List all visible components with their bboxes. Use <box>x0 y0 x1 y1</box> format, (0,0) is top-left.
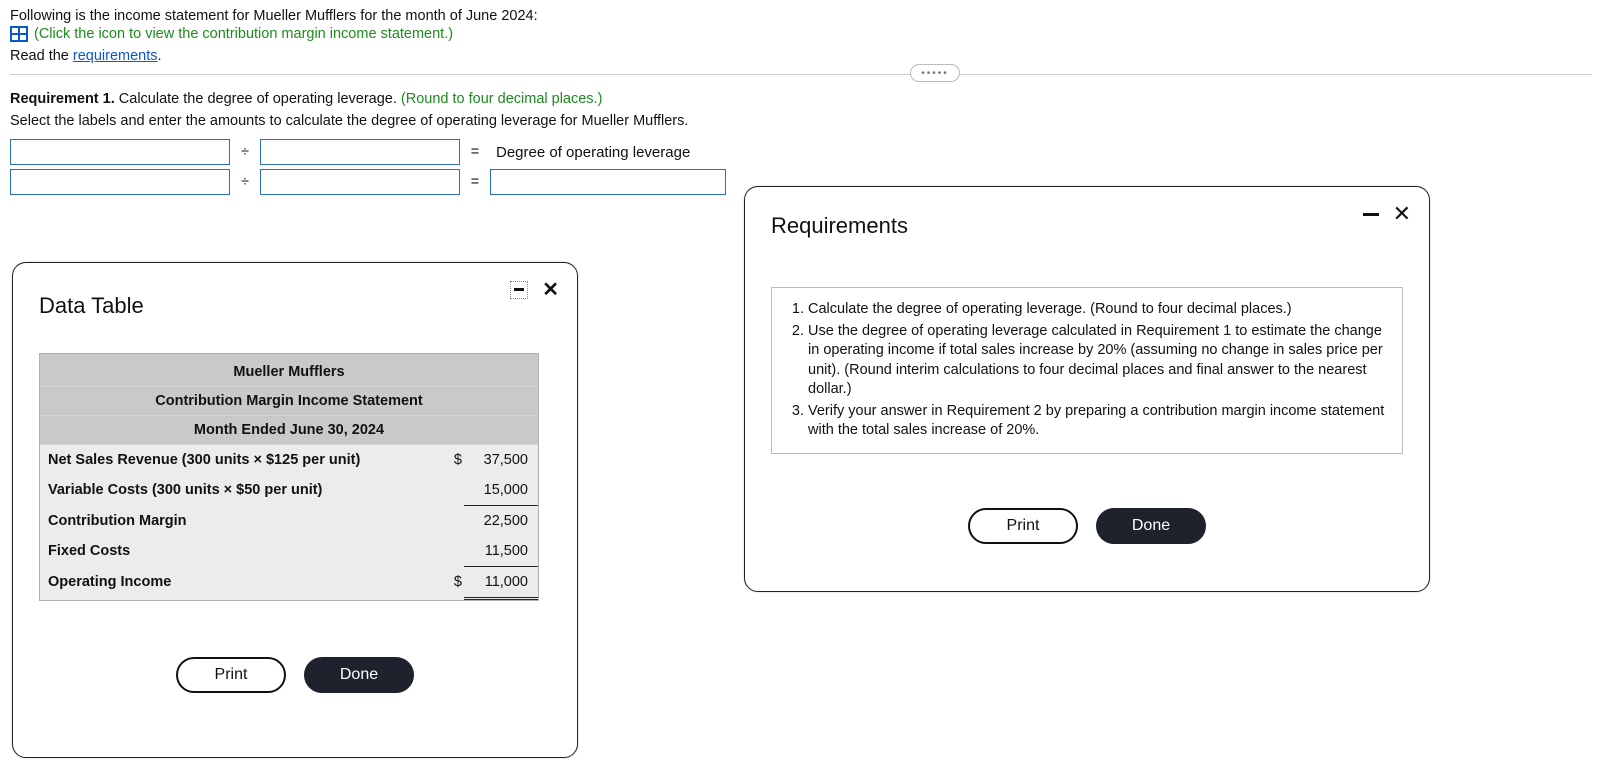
table-row: Net Sales Revenue (300 units × $125 per … <box>40 445 538 475</box>
close-button[interactable]: ✕ <box>1393 201 1411 227</box>
close-icon: ✕ <box>1393 201 1411 227</box>
list-item: Calculate the degree of operating levera… <box>808 300 1388 320</box>
requirement-1-text: Calculate the degree of operating levera… <box>115 91 401 107</box>
table-row: Fixed Costs 11,500 <box>40 536 538 567</box>
row-label-fixed: Fixed Costs <box>40 536 434 567</box>
minimize-icon <box>510 281 528 299</box>
row-amount-net-sales: 37,500 <box>464 445 538 475</box>
minimize-icon <box>1363 213 1379 216</box>
denominator-value-input[interactable] <box>260 169 460 195</box>
row-amount-fixed: 11,500 <box>464 536 538 567</box>
table-header-company: Mueller Mufflers <box>40 354 538 387</box>
requirements-list-box: Calculate the degree of operating levera… <box>771 287 1403 454</box>
row-amount-op-income: 11,000 <box>464 567 538 600</box>
row-label-op-income: Operating Income <box>40 567 434 600</box>
row-dollar-var-costs <box>434 475 464 506</box>
table-header-statement: Contribution Margin Income Statement <box>40 387 538 416</box>
read-requirements-line: Read the requirements. <box>10 48 1592 64</box>
divider-line <box>10 74 1592 75</box>
requirement-1-label: Requirement 1. <box>10 91 115 107</box>
requirement-1-heading: Requirement 1. Calculate the degree of o… <box>10 91 1592 107</box>
list-item: Use the degree of operating leverage cal… <box>808 322 1388 400</box>
table-icon[interactable] <box>10 26 28 42</box>
leverage-result-input[interactable] <box>490 169 726 195</box>
data-table-title: Data Table <box>39 293 551 319</box>
data-table-modal-controls: ✕ <box>510 277 559 302</box>
row-label-net-sales: Net Sales Revenue (300 units × $125 per … <box>40 445 434 475</box>
done-button[interactable]: Done <box>1096 508 1206 544</box>
row-dollar-op-income: $ <box>434 567 464 600</box>
row-label-cm: Contribution Margin <box>40 506 434 536</box>
equals-op-1: = <box>468 144 482 160</box>
requirements-list: Calculate the degree of operating levera… <box>786 300 1388 441</box>
select-instruction: Select the labels and enter the amounts … <box>10 113 1592 129</box>
done-button[interactable]: Done <box>304 657 414 693</box>
row-dollar-net-sales: $ <box>434 445 464 475</box>
minimize-button[interactable] <box>510 281 528 299</box>
numerator-value-input[interactable] <box>10 169 230 195</box>
table-row: Operating Income $ 11,000 <box>40 567 538 600</box>
table-header-period: Month Ended June 30, 2024 <box>40 416 538 445</box>
read-prefix: Read the <box>10 48 73 64</box>
row-amount-cm: 22,500 <box>464 506 538 536</box>
numerator-label-input[interactable] <box>10 139 230 165</box>
requirements-modal: ✕ Requirements Calculate the degree of o… <box>744 186 1430 592</box>
row-amount-var-costs: 15,000 <box>464 475 538 506</box>
read-period: . <box>158 48 162 64</box>
data-table-modal: ✕ Data Table Mueller Mufflers Contributi… <box>12 262 578 758</box>
close-button[interactable]: ✕ <box>542 277 559 302</box>
requirements-title: Requirements <box>771 213 1403 239</box>
requirements-link[interactable]: requirements <box>73 48 158 64</box>
row-label-var-costs: Variable Costs (300 units × $50 per unit… <box>40 475 434 506</box>
requirements-buttons: Print Done <box>771 508 1403 544</box>
data-table-buttons: Print Done <box>39 657 551 693</box>
requirement-1-note: (Round to four decimal places.) <box>401 91 603 107</box>
divide-op-2: ÷ <box>238 174 252 190</box>
resize-grip[interactable]: ••••• <box>910 64 960 82</box>
equals-op-2: = <box>468 174 482 190</box>
calc-row-1: ÷ = Degree of operating leverage <box>10 139 1592 165</box>
intro-text: Following is the income statement for Mu… <box>10 8 1592 24</box>
print-button[interactable]: Print <box>968 508 1078 544</box>
section-divider: ••••• <box>10 74 1592 75</box>
view-statement-link[interactable]: (Click the icon to view the contribution… <box>34 26 453 42</box>
divide-op-1: ÷ <box>238 144 252 160</box>
denominator-label-input[interactable] <box>260 139 460 165</box>
table-row: Contribution Margin 22,500 <box>40 506 538 536</box>
income-statement-table: Mueller Mufflers Contribution Margin Inc… <box>39 353 539 601</box>
view-statement-row: (Click the icon to view the contribution… <box>10 26 1592 42</box>
row-dollar-fixed <box>434 536 464 567</box>
leverage-label: Degree of operating leverage <box>496 144 690 161</box>
requirements-modal-controls: ✕ <box>1363 201 1411 227</box>
table-row: Variable Costs (300 units × $50 per unit… <box>40 475 538 506</box>
close-icon: ✕ <box>542 277 559 302</box>
minimize-button[interactable] <box>1363 213 1379 216</box>
list-item: Verify your answer in Requirement 2 by p… <box>808 402 1388 441</box>
print-button[interactable]: Print <box>176 657 286 693</box>
row-dollar-cm <box>434 506 464 536</box>
